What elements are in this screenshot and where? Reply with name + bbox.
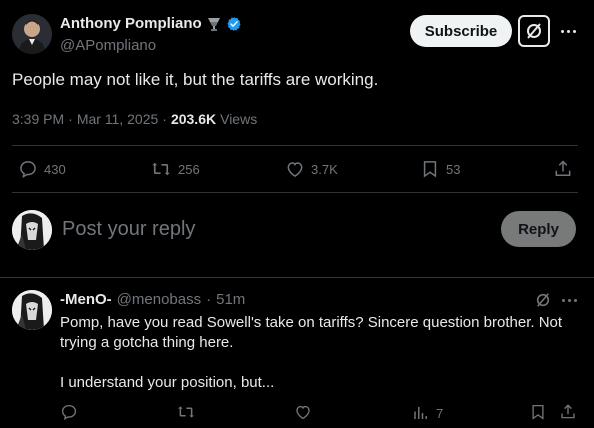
author-avatar-image: [12, 14, 52, 54]
post-date[interactable]: Mar 11, 2025: [77, 111, 158, 127]
reply-author-name[interactable]: -MenO-: [60, 291, 112, 308]
reply-share-action[interactable]: [559, 403, 577, 421]
post-text: People may not like it, but the tariffs …: [12, 70, 379, 89]
verified-badge-icon: [226, 16, 242, 32]
reply-like-action[interactable]: [294, 403, 312, 421]
bookmark-count: 53: [446, 161, 461, 177]
grok-button[interactable]: [518, 15, 550, 47]
reply-more-options-icon[interactable]: [560, 292, 578, 308]
reply-views-action[interactable]: 7: [412, 404, 443, 422]
reply-author-avatar-image: [12, 290, 52, 330]
bookmark-icon: [532, 404, 544, 420]
reply-text-line-2: trying a gotcha thing here.: [60, 334, 234, 351]
divider: [12, 192, 578, 193]
reply-text-line-3: I understand your position, but...: [60, 374, 275, 391]
bookmark-icon: [423, 161, 437, 178]
post-time[interactable]: 3:39 PM: [12, 111, 64, 127]
divider: [0, 277, 594, 278]
share-icon: [555, 160, 571, 176]
share-action[interactable]: [553, 159, 573, 179]
meta-separator: ·: [206, 291, 212, 308]
subscribe-button[interactable]: Subscribe: [410, 15, 512, 47]
views-count: 203.6K: [170, 111, 217, 127]
user-avatar-image: [12, 210, 52, 250]
reply-views-count: 7: [436, 405, 444, 421]
repost-icon: [178, 406, 194, 418]
like-count: 3.7K: [311, 161, 338, 177]
heart-icon: [287, 162, 303, 177]
author-name[interactable]: Anthony Pompliano: [60, 15, 202, 32]
repost-action[interactable]: 256: [150, 159, 200, 179]
repost-icon: [152, 162, 170, 176]
reply-time[interactable]: 51m: [216, 291, 245, 308]
author-handle[interactable]: @APompliano: [60, 37, 156, 54]
reply-icon: [61, 404, 77, 421]
reply-reply-action[interactable]: [60, 403, 78, 421]
meta-separator: ·: [68, 111, 73, 127]
heart-icon: [296, 405, 310, 420]
reply-author-handle[interactable]: @menobass: [117, 291, 201, 308]
grok-icon: [527, 23, 541, 39]
reply-author-avatar[interactable]: [12, 290, 52, 330]
more-options-icon[interactable]: [558, 22, 578, 40]
reply-grok-icon[interactable]: [535, 292, 551, 313]
reply-input[interactable]: Post your reply: [62, 218, 195, 241]
views-icon: [414, 407, 427, 419]
reply-text-line-1: Pomp, have you read Sowell's take on tar…: [60, 314, 563, 331]
meta-separator: ·: [162, 111, 167, 127]
affiliate-badge-icon: [206, 16, 222, 32]
reply-bookmark-action[interactable]: [529, 403, 547, 421]
reply-icon: [20, 161, 36, 178]
reply-button[interactable]: Reply: [501, 211, 576, 247]
divider: [12, 145, 578, 146]
views-label: Views: [220, 111, 258, 127]
author-avatar[interactable]: [12, 14, 52, 54]
repost-count: 256: [178, 161, 200, 177]
reply-action[interactable]: 430: [18, 159, 66, 179]
user-avatar[interactable]: [12, 210, 52, 250]
like-action[interactable]: 3.7K: [285, 159, 338, 179]
share-icon: [561, 404, 575, 419]
reply-repost-action[interactable]: [176, 403, 196, 421]
reply-count: 430: [44, 161, 66, 177]
bookmark-action[interactable]: 53: [420, 159, 460, 179]
